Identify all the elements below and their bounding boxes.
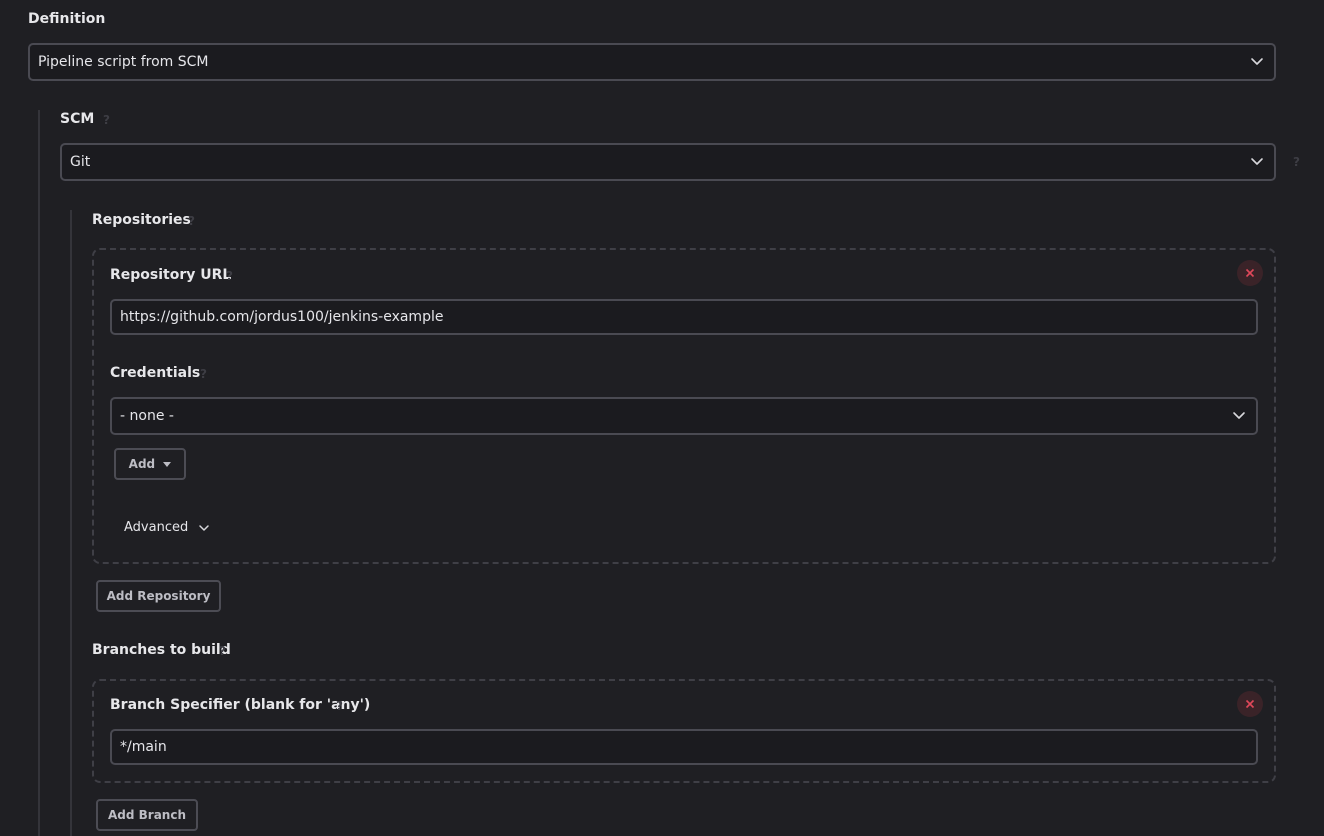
add-credentials-button[interactable]: Add <box>114 448 186 480</box>
credentials-select[interactable]: - none - <box>110 397 1258 435</box>
chevron-down-icon <box>1251 158 1263 165</box>
git-section-line <box>70 210 72 836</box>
add-branch-button[interactable]: Add Branch <box>96 799 198 831</box>
definition-label: Definition <box>28 11 106 27</box>
credentials-select-value: - none - <box>120 408 174 424</box>
definition-select[interactable]: Pipeline script from SCM <box>28 43 1276 81</box>
scm-select-value: Git <box>70 154 91 170</box>
chevron-down-icon <box>1251 58 1263 65</box>
scm-select[interactable]: Git <box>60 143 1276 181</box>
close-icon <box>1245 268 1255 278</box>
delete-repository-button[interactable] <box>1237 260 1263 286</box>
scm-section-line <box>38 110 40 836</box>
advanced-label: Advanced <box>124 520 189 535</box>
repository-url-label: Repository URL <box>110 267 232 283</box>
scm-label: SCM <box>60 111 95 127</box>
definition-select-value: Pipeline script from SCM <box>38 54 209 70</box>
advanced-toggle[interactable]: Advanced <box>124 520 210 535</box>
help-icon[interactable]: ? <box>336 700 343 712</box>
credentials-label: Credentials <box>110 365 201 381</box>
branch-specifier-value: */main <box>120 739 167 755</box>
close-icon <box>1245 699 1255 709</box>
chevron-down-icon <box>199 524 210 531</box>
help-icon[interactable]: ? <box>188 215 195 227</box>
help-icon[interactable]: ? <box>200 368 207 380</box>
repository-url-input[interactable]: https://github.com/jordus100/jenkins-exa… <box>110 299 1258 335</box>
help-icon[interactable]: ? <box>226 270 233 282</box>
delete-branch-button[interactable] <box>1237 691 1263 717</box>
add-repository-button[interactable]: Add Repository <box>96 580 221 612</box>
help-icon[interactable]: ? <box>103 114 110 126</box>
add-branch-label: Add Branch <box>107 808 186 822</box>
branches-label: Branches to build <box>92 642 231 658</box>
caret-down-icon <box>163 462 172 467</box>
add-repository-label: Add Repository <box>106 589 211 603</box>
help-icon[interactable]: ? <box>219 645 226 657</box>
add-credentials-label: Add <box>128 457 156 471</box>
branch-specifier-input[interactable]: */main <box>110 729 1258 765</box>
chevron-down-icon <box>1233 412 1245 419</box>
repositories-label: Repositories <box>92 212 191 228</box>
help-icon[interactable]: ? <box>1293 156 1300 168</box>
repository-url-value: https://github.com/jordus100/jenkins-exa… <box>120 309 444 325</box>
branch-specifier-label: Branch Specifier (blank for 'any') <box>110 697 371 713</box>
